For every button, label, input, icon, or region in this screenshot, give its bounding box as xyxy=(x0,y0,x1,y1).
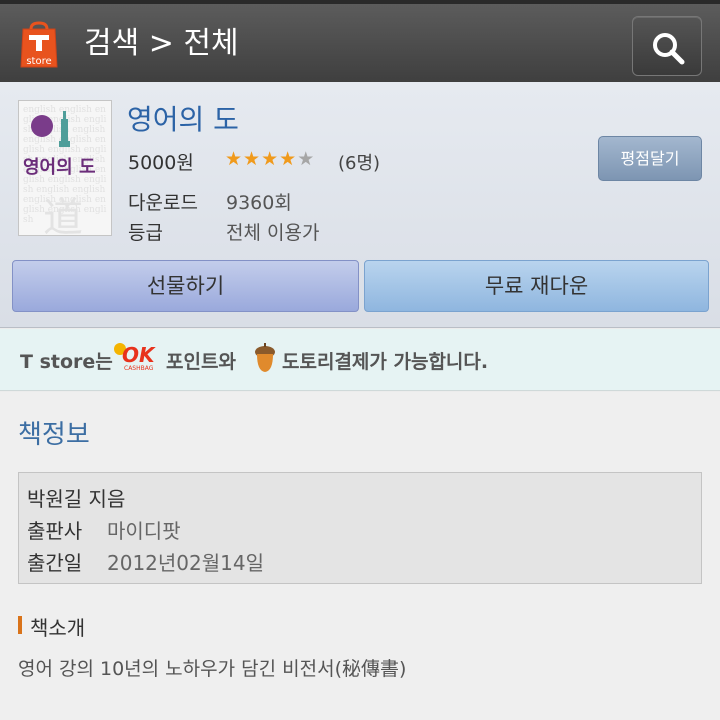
promo-prefix: T store는 xyxy=(20,351,113,373)
logo-text: store xyxy=(26,56,51,67)
promo-suffix: 도토리결제가 가능합니다. xyxy=(282,351,489,373)
rating-count: (6명) xyxy=(338,153,381,174)
tstore-logo-icon[interactable]: store xyxy=(15,21,63,71)
price: 5000원 xyxy=(128,152,194,174)
ok-cashbag-icon: OK CASHBAG xyxy=(114,341,162,377)
cover-bg-char: 道 xyxy=(43,195,83,236)
book-details-box: 박원길 지음 출판사 마이디팟 출간일 2012년02월14일 xyxy=(18,472,702,584)
gift-button[interactable]: 선물하기 xyxy=(12,260,359,312)
statue-of-liberty-icon xyxy=(59,111,70,147)
app-title: 영어의 도 xyxy=(127,103,239,136)
downloads-label: 다운로드 xyxy=(128,192,198,214)
top-bar: store 검색 > 전체 xyxy=(0,0,720,82)
page-title: 검색 > 전체 xyxy=(84,26,239,61)
date-value: 2012년02월14일 xyxy=(107,551,264,575)
publisher-label: 출판사 xyxy=(27,519,83,543)
redownload-button[interactable]: 무료 재다운 xyxy=(364,260,709,312)
ok-logo-caption: CASHBAG xyxy=(124,365,154,372)
star-icon: ★ xyxy=(279,148,298,170)
star-icon: ★ xyxy=(243,148,262,170)
rating-stars: ★★★★★ xyxy=(225,148,315,170)
intro-title: 책소개 xyxy=(30,616,86,640)
cover-title: 영어의 도 xyxy=(23,157,96,178)
grade-value: 전체 이용가 xyxy=(226,222,320,244)
publisher-value: 마이디팟 xyxy=(107,519,181,543)
app-info-panel: english english english english english … xyxy=(0,82,720,328)
search-icon xyxy=(653,33,685,65)
intro-text: 영어 강의 10년의 노하우가 담긴 비전서(秘傳書) xyxy=(18,658,407,680)
intro-marker xyxy=(18,616,22,634)
payment-promo-banner: T store는 OK CASHBAG 포인트와 도토리결제가 가능합니다. xyxy=(0,329,720,391)
star-icon: ★ xyxy=(225,148,244,170)
grade-label: 등급 xyxy=(128,222,163,244)
section-title: 책정보 xyxy=(18,420,90,450)
star-icon: ★ xyxy=(261,148,280,170)
downloads-value: 9360회 xyxy=(226,192,292,214)
book-info-section: 책정보 박원길 지음 출판사 마이디팟 출간일 2012년02월14일 책소개 … xyxy=(0,392,720,720)
promo-middle: 포인트와 xyxy=(166,351,236,373)
acorn-icon xyxy=(255,343,275,372)
book-cover-image: english english english english english … xyxy=(18,100,112,236)
ok-logo-text: OK xyxy=(122,343,155,367)
star-icon: ★ xyxy=(297,148,316,170)
search-button[interactable] xyxy=(632,16,702,76)
rate-button[interactable]: 평점달기 xyxy=(598,136,702,181)
cover-badge xyxy=(31,115,53,137)
date-label: 출간일 xyxy=(27,551,83,575)
author: 박원길 지음 xyxy=(27,487,126,511)
